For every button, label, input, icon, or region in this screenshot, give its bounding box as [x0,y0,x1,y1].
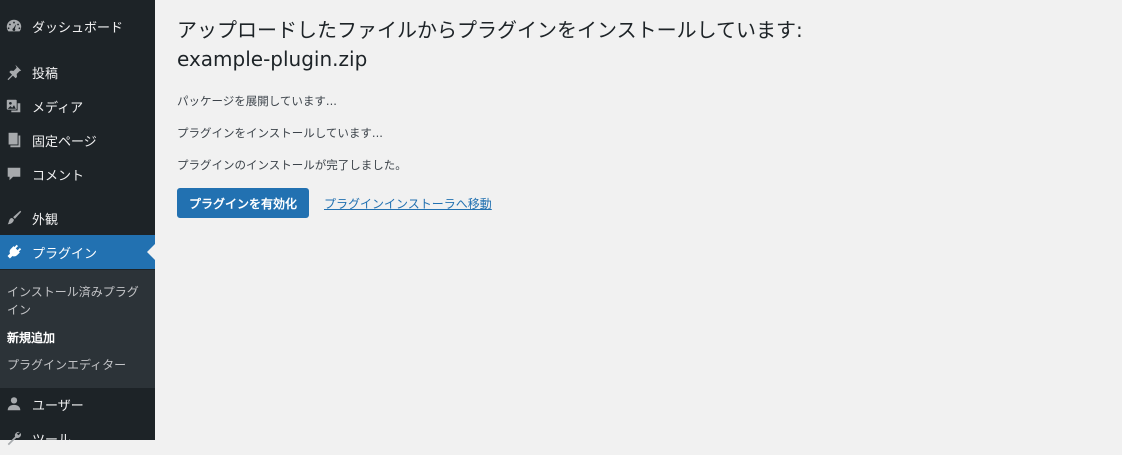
admin-sidebar: ダッシュボード 投稿 メディア 固定ページ コメント 外観 プラグイン インスト… [0,0,155,448]
sidebar-item-label: ユーザー [32,398,84,414]
plugin-installer-link[interactable]: プラグインインストーラへ移動 [324,195,492,212]
sidebar-item-label: メディア [32,100,84,116]
sidebar-item-label: 外観 [32,212,59,228]
sidebar-item-label: 投稿 [32,66,59,82]
sidebar-item-comments[interactable]: コメント [0,157,155,191]
page-title: アップロードしたファイルからプラグインをインストールしています: example… [177,18,803,71]
plugins-submenu: インストール済みプラグイン 新規追加 プラグインエディター [0,270,155,388]
submenu-item-plugin-editor[interactable]: プラグインエディター [7,356,147,374]
log-line-complete: プラグインのインストールが完了しました。 [177,158,407,172]
user-icon [1,387,27,421]
sidebar-item-label: コメント [32,168,85,184]
sidebar-item-appearance[interactable]: 外観 [0,201,155,235]
sidebar-item-label: ツール [32,432,72,448]
submenu-item-add-new[interactable]: 新規追加 [7,329,147,347]
sidebar-item-users[interactable]: ユーザー [0,387,155,421]
sidebar-item-pages[interactable]: 固定ページ [0,123,155,157]
sidebar-item-dashboard[interactable]: ダッシュボード [0,9,155,43]
sidebar-item-label: プラグイン [32,246,98,262]
brush-icon [1,201,27,235]
submenu-item-installed-plugins[interactable]: インストール済みプラグイン [7,283,147,319]
sidebar-item-tools[interactable]: ツール [0,421,155,455]
wrench-icon [1,421,27,455]
media-icon [1,89,27,123]
pin-icon [1,55,27,89]
plugin-icon [1,235,27,269]
activate-plugin-button[interactable]: プラグインを有効化 [177,188,310,218]
dashboard-icon [1,9,27,43]
sidebar-item-posts[interactable]: 投稿 [0,55,155,89]
page-icon [1,123,27,157]
log-line-installing: プラグインをインストールしています... [177,126,383,140]
sidebar-item-plugins[interactable]: プラグイン [0,235,155,269]
sidebar-item-media[interactable]: メディア [0,89,155,123]
comment-icon [1,157,27,191]
log-line-unpacking: パッケージを展開しています... [177,94,337,108]
sidebar-item-label: ダッシュボード [32,20,124,36]
sidebar-item-label: 固定ページ [32,134,97,150]
